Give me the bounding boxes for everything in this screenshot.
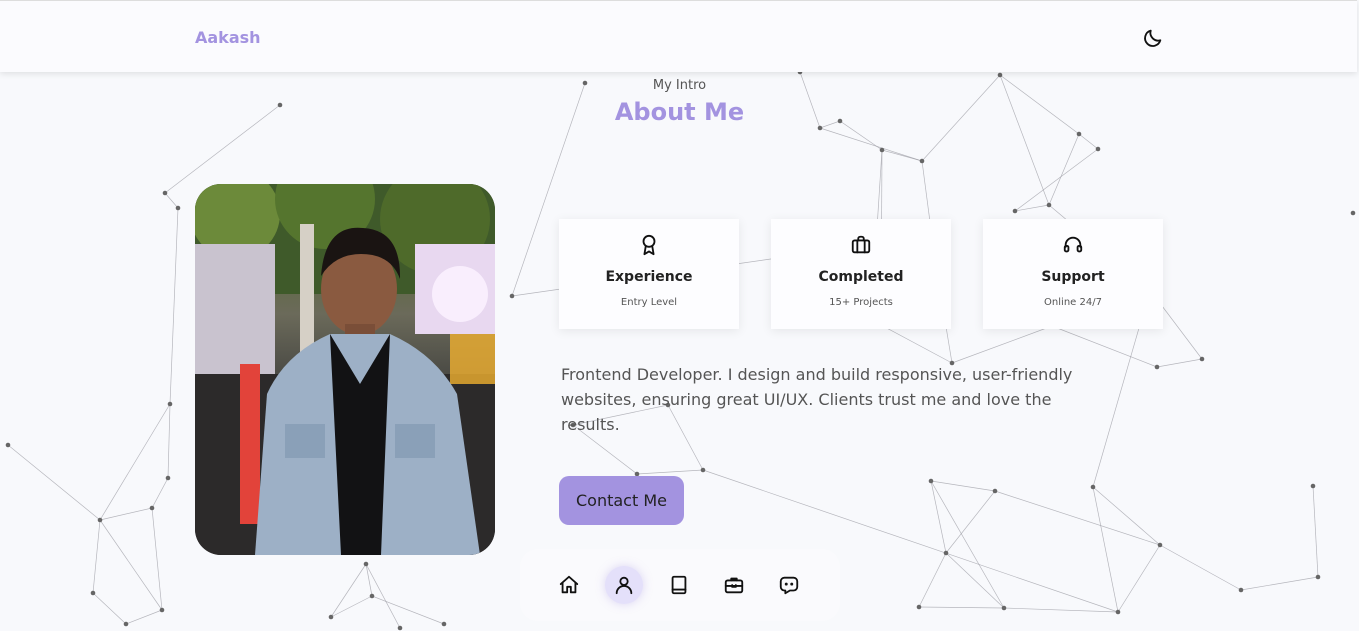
nav-about[interactable]	[605, 566, 643, 604]
nav-resume[interactable]	[660, 566, 698, 604]
book-icon	[671, 575, 687, 595]
chat-icon	[779, 576, 799, 595]
nav-portfolio[interactable]	[715, 566, 753, 604]
card-subtitle: Entry Level	[620, 297, 678, 308]
section-subtitle: My Intro	[652, 78, 707, 93]
user-icon	[615, 576, 633, 595]
card-title: Experience	[605, 269, 693, 285]
headset-icon	[1062, 234, 1084, 256]
card-subtitle: Online 24/7	[1044, 297, 1102, 308]
briefcase-icon	[850, 234, 872, 256]
nav-home[interactable]	[550, 566, 588, 604]
nav-contact[interactable]	[770, 566, 808, 604]
contact-button[interactable]: Contact Me	[559, 476, 684, 525]
award-icon	[638, 234, 660, 256]
bottom-nav	[520, 549, 840, 621]
home-icon	[559, 575, 579, 594]
experience-card: Experience Entry Level	[559, 219, 739, 329]
card-title: Support	[1041, 269, 1105, 285]
about-description: Frontend Developer. I design and build r…	[561, 365, 1073, 434]
support-card: Support Online 24/7	[983, 219, 1163, 329]
moon-icon[interactable]	[1142, 27, 1164, 49]
profile-photo	[195, 184, 495, 555]
logo[interactable]: Aakash	[195, 28, 261, 47]
briefcase-icon	[724, 577, 744, 594]
section-title: About Me	[614, 98, 745, 126]
site-header: Aakash	[0, 0, 1357, 72]
card-title: Completed	[818, 269, 904, 285]
completed-card: Completed 15+ Projects	[771, 219, 951, 329]
card-subtitle: 15+ Projects	[829, 297, 893, 308]
